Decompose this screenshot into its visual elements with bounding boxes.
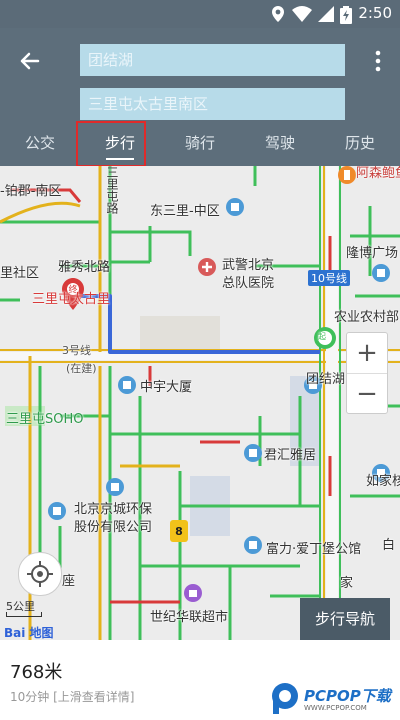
watermark-logo-icon bbox=[272, 683, 298, 714]
map-label-junhui: 君汇雅居 bbox=[264, 448, 317, 463]
map-label-yaxiu-beilu: 雅秀北路 bbox=[58, 260, 111, 275]
map-label-soho: 三里屯SOHO bbox=[6, 412, 84, 427]
tab-bike[interactable]: 骑行 bbox=[170, 128, 230, 166]
status-bar: 2:50 bbox=[0, 0, 400, 28]
map-label-rujia: 如家核 bbox=[366, 474, 400, 489]
map-label-zaijian: (在建) bbox=[66, 362, 97, 375]
route-header: 团结湖 三里屯太古里南区 公交 步行 骑行 驾驶 历史 bbox=[0, 28, 400, 167]
map-label-zuo: 座 bbox=[62, 574, 76, 589]
mode-tabs: 公交 步行 骑行 驾驶 历史 bbox=[0, 128, 400, 166]
building-icon bbox=[372, 264, 390, 282]
map-view[interactable]: 终 起 8 -铂郡-南区 三里屯路 东三里-中区 阿森鲍 隆博广场 里社区 雅秀… bbox=[0, 166, 400, 640]
map-label-nongye: 农业农村部 bbox=[334, 310, 400, 325]
walk-navigation-button[interactable]: 步行导航 bbox=[300, 598, 390, 640]
route-summary-panel[interactable]: 768米 10分钟 [上滑查看详情] PCPOP下载 WWW.PCPOP.COM bbox=[0, 640, 400, 720]
destination-field[interactable]: 三里屯太古里南区 bbox=[80, 88, 345, 120]
start-location-field[interactable]: 团结湖 bbox=[80, 44, 345, 76]
more-menu-icon[interactable] bbox=[368, 46, 388, 76]
route-details-hint: [上滑查看详情] bbox=[53, 690, 135, 704]
map-label-wujing-1: 武警北京 bbox=[222, 258, 275, 273]
wifi-icon bbox=[292, 6, 312, 22]
map-label-jingcheng-1: 北京京城环保 bbox=[74, 502, 153, 517]
map-label-zhongyu: 中宇大厦 bbox=[140, 380, 193, 395]
locate-icon bbox=[27, 561, 53, 587]
watermark-brand: PCPOP下载 bbox=[304, 687, 391, 705]
zoom-out-button[interactable]: − bbox=[347, 374, 387, 414]
watermark: PCPOP下载 WWW.PCPOP.COM bbox=[270, 680, 396, 718]
building-icon bbox=[244, 444, 262, 462]
restaurant-icon bbox=[338, 166, 356, 184]
building-icon bbox=[226, 198, 244, 216]
map-label-wujing-2: 总队医院 bbox=[222, 276, 275, 291]
tab-bus[interactable]: 公交 bbox=[10, 128, 70, 166]
building-icon bbox=[118, 376, 136, 394]
map-label-bai: 白 bbox=[382, 538, 396, 553]
signal-icon bbox=[318, 6, 334, 22]
route-duration-line: 10分钟 [上滑查看详情] bbox=[10, 688, 134, 705]
route-distance: 768米 bbox=[10, 662, 63, 683]
map-label-jia: 家 bbox=[340, 576, 354, 591]
back-arrow-icon[interactable] bbox=[16, 46, 46, 76]
building-icon bbox=[48, 502, 66, 520]
zoom-control: + − bbox=[346, 332, 388, 414]
map-label-line3: 3号线 bbox=[62, 344, 91, 357]
map-logo: Bai 地图 bbox=[4, 626, 54, 640]
map-label-fuli: 富力·爱丁堡公馆 bbox=[266, 542, 362, 557]
map-label-nanqu: -铂郡-南区 bbox=[0, 184, 62, 199]
map-label-ahsen: 阿森鲍鱼 bbox=[356, 166, 400, 181]
metro-icon: 8 bbox=[170, 520, 188, 542]
shopping-icon bbox=[184, 584, 202, 602]
tab-drive[interactable]: 驾驶 bbox=[250, 128, 310, 166]
map-label-tuanjiehu: 团结湖 bbox=[306, 372, 346, 387]
watermark-sub: WWW.PCPOP.COM bbox=[304, 704, 367, 712]
svg-text:8: 8 bbox=[175, 525, 183, 538]
map-label-shiji: 世纪华联超市 bbox=[150, 610, 229, 625]
map-label-dongsanli: 东三里-中区 bbox=[150, 204, 220, 219]
start-badge-label: 起 bbox=[318, 332, 326, 341]
battery-icon bbox=[340, 6, 352, 24]
status-time: 2:50 bbox=[358, 4, 392, 22]
map-label-sanlishequ: 里社区 bbox=[0, 266, 40, 281]
map-label-sanlitun-taigu: 三里屯太古里 bbox=[32, 292, 111, 307]
map-label-longteng: 隆博广场 bbox=[346, 246, 399, 261]
hospital-icon bbox=[198, 258, 216, 276]
tab-history[interactable]: 历史 bbox=[330, 128, 390, 166]
map-label-sanlitun-lu: 三里屯路 bbox=[105, 166, 119, 214]
building-icon bbox=[106, 478, 124, 496]
walk-tab-highlight bbox=[76, 121, 146, 167]
route-duration: 10分钟 bbox=[10, 690, 50, 704]
building-icon bbox=[244, 536, 262, 554]
location-icon bbox=[272, 6, 284, 22]
zoom-in-button[interactable]: + bbox=[347, 333, 387, 374]
map-scale-bar bbox=[6, 612, 42, 617]
map-label-jingcheng-2: 股份有限公司 bbox=[74, 520, 153, 535]
metro-line-10-badge: 10号线 bbox=[308, 270, 350, 286]
locate-button[interactable] bbox=[18, 552, 62, 596]
